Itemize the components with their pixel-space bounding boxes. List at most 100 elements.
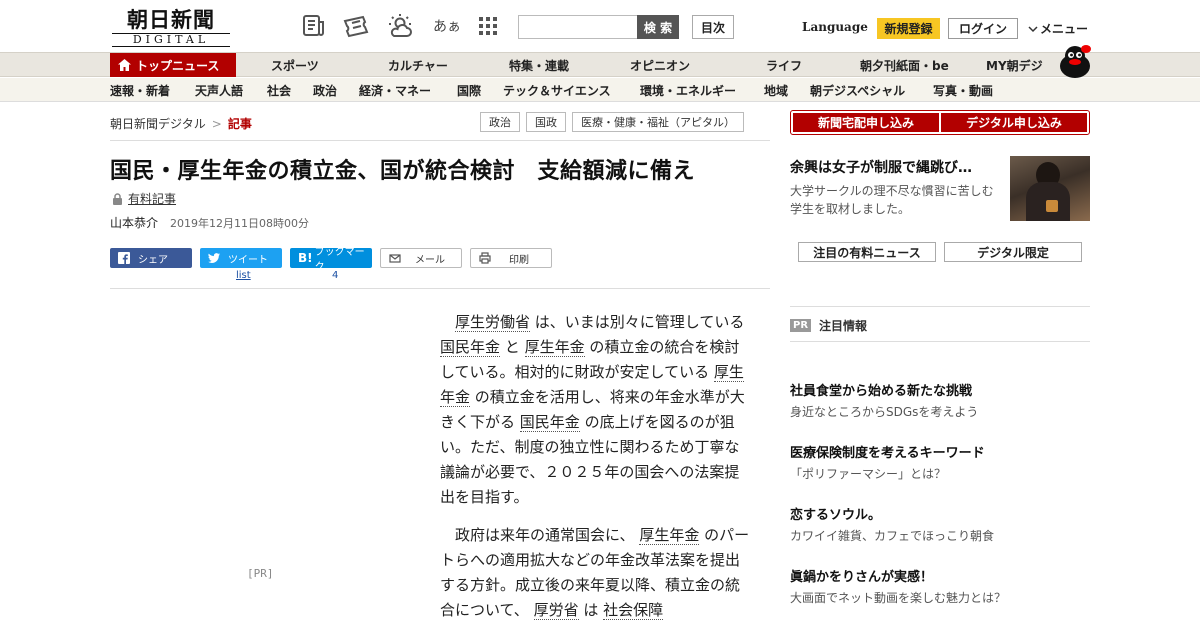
subnav-photo-video[interactable]: 写真・動画 <box>933 82 993 99</box>
tab-digital-only[interactable]: デジタル限定 <box>944 242 1082 262</box>
login-button[interactable]: ログイン <box>948 18 1018 39</box>
printer-icon <box>479 252 491 264</box>
search-button[interactable]: 検 索 <box>637 15 679 39</box>
article-body: 厚生労働省 は、いまは別々に管理している 国民年金 と 厚生年金 の積立金の統合… <box>440 310 750 630</box>
twitter-icon <box>208 253 220 263</box>
pr-badge: PR <box>790 319 812 332</box>
keyword-link[interactable]: 厚生年金 <box>639 526 700 545</box>
font-size-glyph: あぁ <box>433 19 461 35</box>
pr-item[interactable]: 眞鍋かをりさんが実感！ 大画面でネット動画を楽しむ魅力とは？ <box>790 566 1090 606</box>
twitter-share-label: ツイート <box>228 254 268 266</box>
digital-subscribe-button[interactable]: デジタル申し込み <box>941 113 1087 132</box>
font-size-icon[interactable]: あぁ <box>430 12 464 40</box>
tab-premium-news[interactable]: 注目の有料ニュース <box>798 242 936 262</box>
article-tags: 政治 国政 医療・健康・福祉（アピタル） <box>480 112 744 132</box>
pr-item-title: 社員食堂から始める新たな挑戦 <box>790 384 973 399</box>
paragraph-text: 政府は来年の通常国会に、 <box>455 526 640 544</box>
keyword-link[interactable]: 社会保障 <box>603 601 664 620</box>
keyword-link[interactable]: 厚労省 <box>533 601 579 620</box>
weather-icon[interactable] <box>386 12 414 40</box>
print-button[interactable]: 印刷 <box>470 248 552 268</box>
nav-culture[interactable]: カルチャー <box>388 53 448 77</box>
subnav-breaking[interactable]: 速報・新着 <box>110 82 170 99</box>
keyword-link[interactable]: 国民年金 <box>519 413 580 432</box>
nav-my-asadigi[interactable]: MY朝デジ <box>986 53 1043 77</box>
subnav-international[interactable]: 国際 <box>457 82 481 99</box>
grid-menu-icon[interactable] <box>474 12 502 40</box>
site-logo[interactable]: 朝日新聞 DIGITAL <box>112 8 230 48</box>
publish-date: 2019年12月11日08時00分 <box>170 217 309 230</box>
tag-national-politics[interactable]: 国政 <box>526 112 566 132</box>
divider <box>110 288 770 289</box>
nav-top-news[interactable]: トップニュース <box>110 53 236 77</box>
byline: 山本恭介 2019年12月11日08時00分 <box>110 214 309 231</box>
article-paragraph: 政府は来年の通常国会に、 厚生年金 のパートらへの適用拡大などの年金改革法案を提… <box>440 523 750 623</box>
pr-heading-label: 注目情報 <box>819 319 868 333</box>
subnav-politics[interactable]: 政治 <box>313 82 337 99</box>
subnav-economy[interactable]: 経済・マネー <box>359 82 431 99</box>
pr-item-title: 眞鍋かをりさんが実感！ <box>790 570 934 585</box>
newspaper-subscribe-button[interactable]: 新聞宅配申し込み <box>793 113 939 132</box>
subnav-regional[interactable]: 地域 <box>764 82 788 99</box>
tag-politics[interactable]: 政治 <box>480 112 520 132</box>
feature-description: 大学サークルの理不尽な慣習に苦しむ学生を取材しました。 <box>790 184 994 216</box>
keyword-link[interactable]: 厚生労働省 <box>455 313 531 332</box>
keyword-link[interactable]: 国民年金 <box>440 338 501 357</box>
breadcrumb-current: 記事 <box>227 117 252 131</box>
pr-item-description: 大画面でネット動画を楽しむ魅力とは？ <box>790 591 1007 605</box>
register-button[interactable]: 新規登録 <box>877 18 940 39</box>
breadcrumb-home[interactable]: 朝日新聞デジタル <box>110 115 206 132</box>
feature-title[interactable]: 余興は女子が制服で縄跳び… <box>790 157 1000 177</box>
lock-icon <box>113 192 122 205</box>
subnav-tech-science[interactable]: テック＆サイエンス <box>503 82 611 99</box>
search-input[interactable] <box>518 15 638 39</box>
breadcrumb: 朝日新聞デジタル > 記事 <box>110 115 252 132</box>
home-icon <box>118 59 131 71</box>
twitter-share-button[interactable]: ツイート <box>200 248 282 268</box>
mail-share-button[interactable]: メール <box>380 248 462 268</box>
subscribe-buttons: 新聞宅配申し込み デジタル申し込み <box>790 110 1090 135</box>
menu-button[interactable]: メニュー <box>1028 20 1088 37</box>
pr-item-title: 医療保険制度を考えるキーワード <box>790 446 985 461</box>
language-link[interactable]: Language <box>802 20 868 34</box>
nav-features[interactable]: 特集・連載 <box>509 53 569 77</box>
nav-life[interactable]: ライフ <box>766 53 802 77</box>
nav-papers[interactable]: 朝夕刊紙面・be <box>860 53 949 77</box>
ticket-icon[interactable] <box>342 12 370 40</box>
article-headline: 国民・厚生年金の積立金、国が統合検討 支給額減に備え <box>110 159 696 184</box>
pr-item[interactable]: 恋するソウル。 カワイイ雑貨、カフェでほっこり朝食 <box>790 504 1090 544</box>
paragraph-text: は、いまは別々に管理している <box>530 313 745 331</box>
newspaper-icon[interactable] <box>300 12 328 40</box>
tag-health[interactable]: 医療・健康・福祉（アピタル） <box>572 112 744 132</box>
author-name: 山本恭介 <box>110 216 159 230</box>
mascot-icon <box>1060 45 1091 78</box>
facebook-icon <box>118 252 130 264</box>
toc-button[interactable]: 目次 <box>692 15 734 39</box>
twitter-count[interactable]: list <box>236 270 251 281</box>
main-nav: トップニュース スポーツ カルチャー 特集・連載 オピニオン ライフ 朝夕刊紙面… <box>0 52 1200 77</box>
logo-main-text: 朝日新聞 <box>127 7 215 32</box>
hatena-count[interactable]: 4 <box>332 270 338 281</box>
subnav-society[interactable]: 社会 <box>267 82 291 99</box>
subnav-special[interactable]: 朝デジスペシャル <box>810 82 905 99</box>
hatena-bookmark-button[interactable]: B! ブックマーク <box>290 247 372 273</box>
pr-item[interactable]: 社員食堂から始める新たな挑戦 身近なところからSDGsを考えよう <box>790 380 1090 420</box>
subnav-tensei-jingo[interactable]: 天声人語 <box>195 82 243 99</box>
subnav-environment[interactable]: 環境・エネルギー <box>640 82 736 99</box>
feature-photo[interactable] <box>1010 156 1090 221</box>
keyword-link[interactable]: 厚生年金 <box>524 338 585 357</box>
divider <box>790 341 1090 342</box>
breadcrumb-separator: > <box>211 116 222 131</box>
mail-icon <box>389 254 401 263</box>
nav-top-news-label: トップニュース <box>136 58 220 73</box>
paid-article-label[interactable]: 有料記事 <box>128 190 176 207</box>
facebook-share-button[interactable]: シェア <box>110 248 192 268</box>
pr-item-title: 恋するソウル。 <box>790 508 882 523</box>
nav-opinion[interactable]: オピニオン <box>630 53 690 77</box>
facebook-share-label: シェア <box>138 254 168 266</box>
site-header: 朝日新聞 DIGITAL あぁ 検 索 目次 Language 新規登録 ログイ… <box>0 0 1200 52</box>
nav-sports[interactable]: スポーツ <box>271 53 319 77</box>
paragraph-text: と <box>500 338 525 356</box>
hatena-bookmark-icon: B! <box>298 251 313 265</box>
pr-item[interactable]: 医療保険制度を考えるキーワード 「ポリファーマシー」とは？ <box>790 442 1090 482</box>
